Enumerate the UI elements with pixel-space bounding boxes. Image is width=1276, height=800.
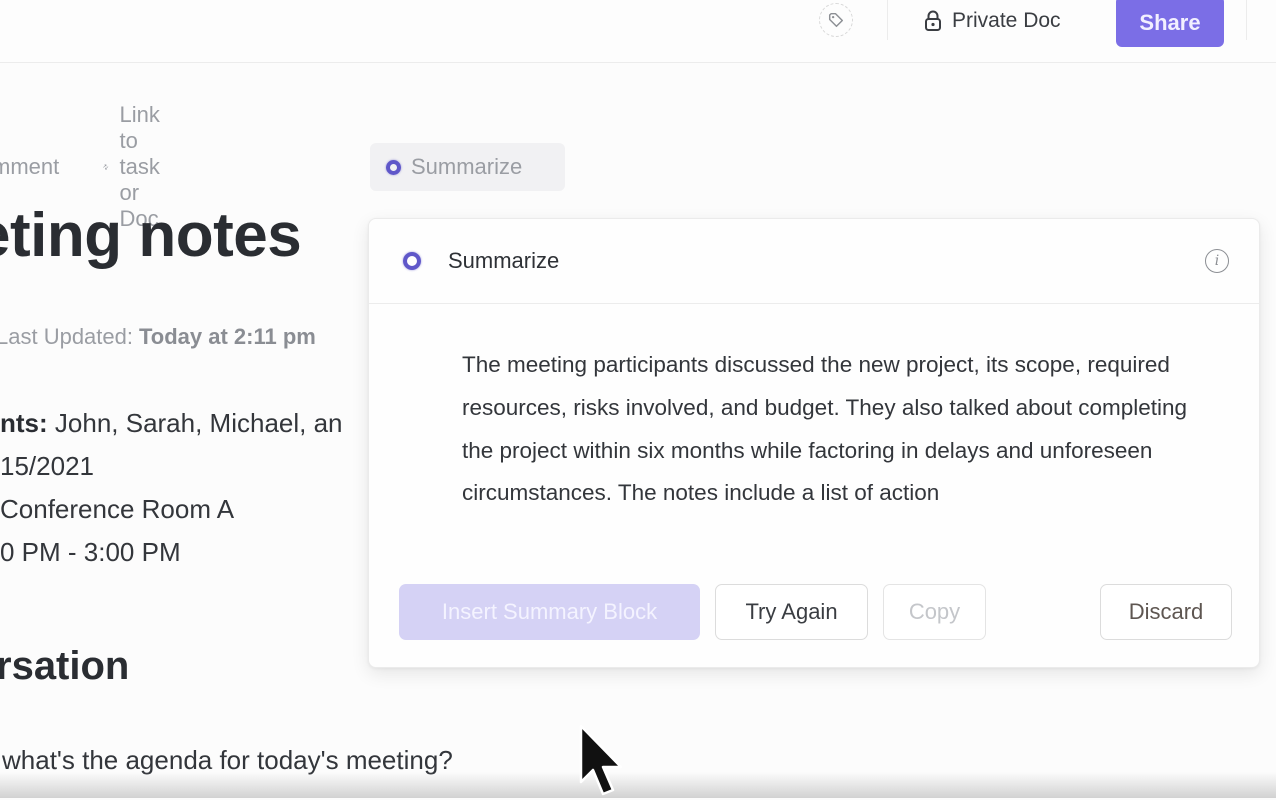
popup-title: Summarize <box>448 248 560 273</box>
private-doc-button[interactable]: Private Doc <box>924 6 1061 36</box>
summarize-label: Summarize <box>411 154 523 179</box>
link-task-button[interactable]: Link to task or Doc <box>102 102 176 231</box>
private-doc-label: Private Doc <box>952 9 1061 32</box>
tag-button[interactable] <box>819 3 853 37</box>
insert-summary-block-button[interactable]: Insert Summary Block <box>399 584 700 640</box>
info-icon[interactable]: i <box>1205 249 1229 273</box>
link-arrows-icon <box>103 164 109 170</box>
ai-ring-icon <box>386 159 401 175</box>
copy-button[interactable]: Copy <box>883 584 986 640</box>
top-bar: Private Doc Share <box>0 0 1276 63</box>
tag-icon <box>828 12 844 28</box>
try-again-button[interactable]: Try Again <box>715 584 868 640</box>
mouse-cursor-icon <box>579 724 623 796</box>
doc-title[interactable]: eting notes <box>0 200 302 271</box>
summary-text: The meeting participants discussed the n… <box>462 352 1187 506</box>
comment-label: mment <box>0 154 60 179</box>
bottom-fade <box>0 772 1276 798</box>
share-button[interactable]: Share <box>1116 0 1224 47</box>
ai-ring-icon <box>403 252 421 270</box>
add-comment-button[interactable]: mment <box>0 143 59 191</box>
date-line[interactable]: 15/2021 <box>0 451 94 482</box>
summarize-button[interactable]: Summarize <box>370 143 565 191</box>
section-heading[interactable]: rsation <box>0 644 129 689</box>
last-updated-label: Last Updated: <box>0 324 133 349</box>
summarize-popup: Summarize i The meeting participants dis… <box>368 218 1260 668</box>
last-updated: Last Updated: Today at 2:11 pm <box>0 324 316 350</box>
divider <box>1246 0 1247 40</box>
last-updated-value: Today at 2:11 pm <box>138 324 316 349</box>
divider <box>887 0 888 40</box>
location-line[interactable]: Conference Room A <box>0 494 234 525</box>
participants-label: nts: <box>0 408 48 438</box>
popup-header: Summarize i <box>369 219 1259 304</box>
discard-button[interactable]: Discard <box>1100 584 1232 640</box>
participants-line[interactable]: nts: John, Sarah, Michael, an <box>0 408 343 439</box>
lock-icon <box>925 10 941 31</box>
time-line[interactable]: 0 PM - 3:00 PM <box>0 537 181 568</box>
participants-value: John, Sarah, Michael, an <box>47 408 343 438</box>
